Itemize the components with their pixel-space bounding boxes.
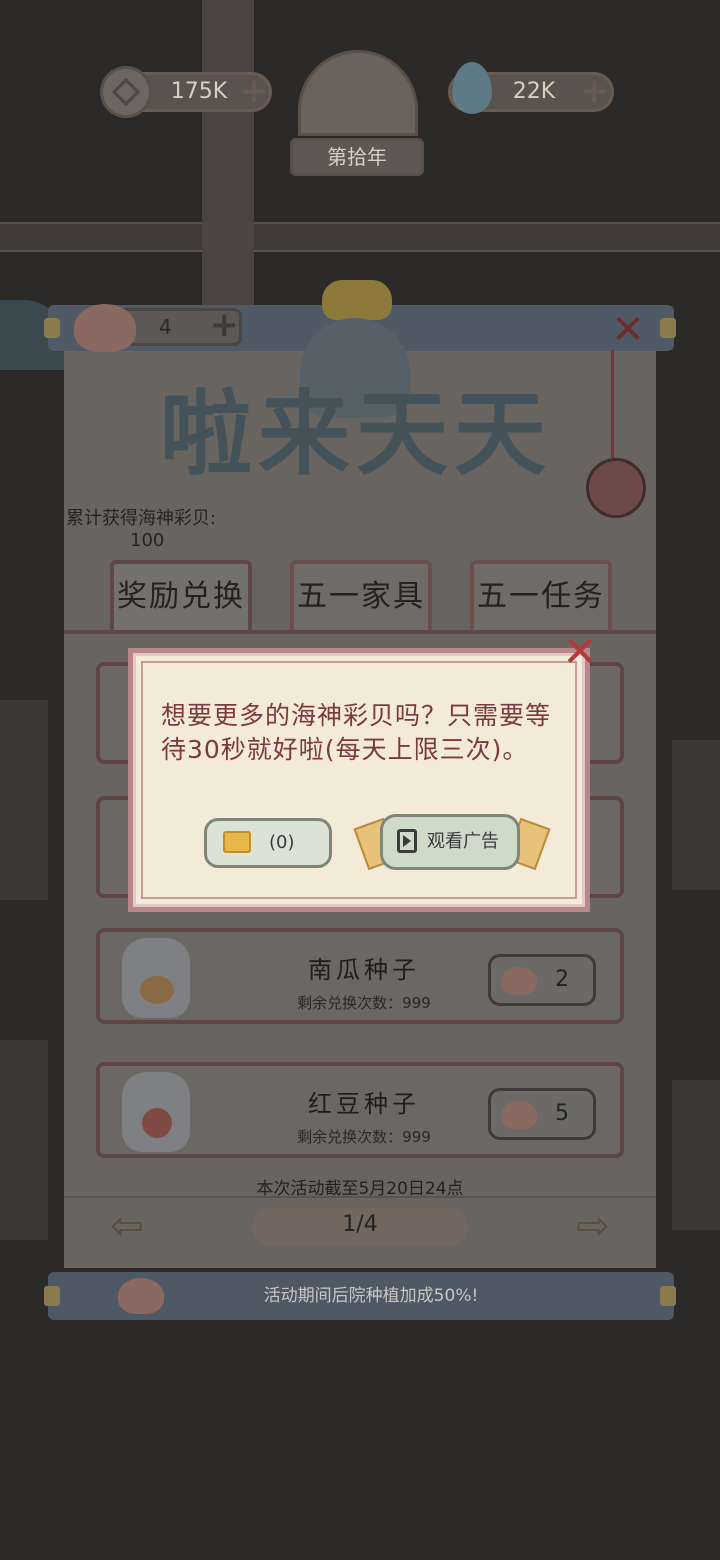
year-plate: 第拾年: [290, 138, 424, 176]
tab-reward-exchange[interactable]: 奖励兑换: [110, 560, 252, 632]
roller-knob: [44, 1286, 60, 1306]
cumulative-label: 累计获得海神彩贝:: [66, 508, 217, 529]
background-pillar: [202, 0, 254, 310]
exchange-button[interactable]: 2: [488, 954, 596, 1006]
item-price: 2: [555, 967, 569, 992]
add-spirit-button[interactable]: +: [580, 74, 609, 108]
bonus-banner-text: 活动期间后院种植加成50%!: [263, 1286, 479, 1306]
coin-icon: [100, 66, 152, 118]
use-ticket-button[interactable]: (0): [204, 818, 332, 868]
background-beam: [0, 222, 720, 252]
watch-ad-label: 观看广告: [427, 831, 499, 852]
exchange-button[interactable]: 5: [488, 1088, 596, 1140]
pager-divider: [64, 1196, 656, 1198]
list-item[interactable]: 南瓜种子 剩余兑换次数：999 2: [96, 928, 624, 1024]
coins-value: 175K: [170, 79, 228, 104]
hanging-ball-string: [611, 350, 614, 458]
ticket-icon: [223, 831, 251, 853]
temple-emblem: [298, 50, 418, 136]
ticket-count: (0): [269, 832, 295, 853]
background-pillar: [672, 1080, 720, 1230]
bonus-banner: 活动期间后院种植加成50%!: [48, 1272, 674, 1320]
roller-knob: [660, 1286, 676, 1306]
seashell-icon: [501, 967, 537, 995]
tab-label: 五一家具: [297, 579, 425, 614]
spirit-value: 22K: [512, 79, 556, 104]
dialog-close-icon[interactable]: ✕: [560, 631, 600, 673]
seashell-icon: [501, 1101, 537, 1129]
tab-label: 奖励兑换: [117, 579, 245, 614]
gold-ingot-icon: [322, 280, 392, 320]
dialog-message: 想要更多的海神彩贝吗？只需要等待30秒就好啦(每天上限三次)。: [161, 701, 552, 764]
more-shells-dialog: 想要更多的海神彩贝吗？只需要等待30秒就好啦(每天上限三次)。: [128, 648, 590, 912]
roller-knob: [44, 318, 60, 338]
event-title-text: 啦来天天: [160, 380, 553, 488]
water-drop-icon: [452, 62, 492, 114]
background-pillar: [672, 740, 720, 890]
roller-knob: [660, 318, 676, 338]
hanging-ball-icon: [586, 458, 646, 518]
watch-ad-button[interactable]: 观看广告: [380, 814, 520, 870]
add-coins-button[interactable]: +: [240, 74, 269, 108]
next-page-arrow-icon[interactable]: ⇨: [562, 1206, 624, 1246]
cumulative-value: 100: [130, 530, 165, 551]
item-price: 5: [555, 1101, 569, 1126]
list-item[interactable]: 红豆种子 剩余兑换次数：999 5: [96, 1062, 624, 1158]
tab-mayday-furniture[interactable]: 五一家具: [290, 560, 432, 632]
play-triangle-icon: [403, 835, 411, 847]
year-label: 第拾年: [327, 145, 387, 169]
tab-mayday-tasks[interactable]: 五一任务: [470, 560, 612, 632]
tab-label: 五一任务: [477, 579, 605, 614]
background-pillar: [0, 1040, 48, 1240]
background-pillar: [0, 700, 48, 900]
panel-close-button[interactable]: ✕: [608, 310, 648, 350]
seashell-icon: [74, 304, 136, 352]
